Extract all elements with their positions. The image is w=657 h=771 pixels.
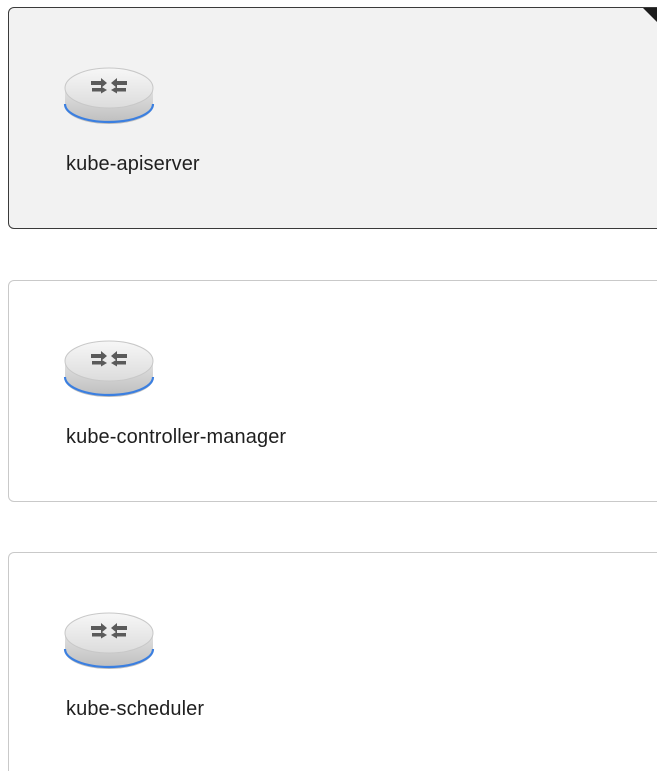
- component-list: kube-apiserver kube-controller-manager k…: [0, 0, 657, 771]
- component-card-kube-controller-manager[interactable]: kube-controller-manager: [8, 280, 657, 502]
- component-label: kube-apiserver: [66, 153, 200, 175]
- router-icon: [63, 340, 155, 397]
- router-icon: [63, 67, 155, 124]
- router-icon: [63, 612, 155, 669]
- component-label: kube-scheduler: [66, 698, 205, 720]
- checkmark-icon: [653, 7, 657, 33]
- component-label: kube-controller-manager: [66, 426, 287, 448]
- component-card-kube-scheduler[interactable]: kube-scheduler: [8, 552, 657, 771]
- component-card-kube-apiserver[interactable]: kube-apiserver: [8, 7, 657, 229]
